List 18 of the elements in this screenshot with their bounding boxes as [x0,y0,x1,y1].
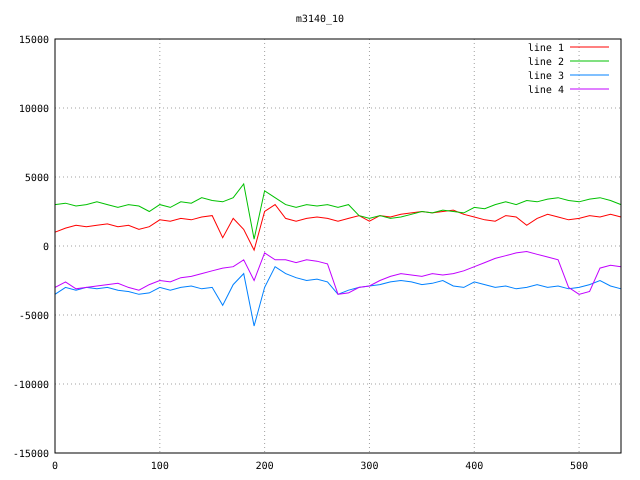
tick-label: 200 [256,461,274,472]
legend-label: line 3 [528,71,564,82]
legend-label: line 4 [528,85,564,96]
tick-label: 0 [42,242,49,253]
legend-label: line 1 [528,43,564,54]
tick-label: 10000 [18,104,49,115]
tick-label: 15000 [18,35,49,46]
tick-label: -5000 [18,311,49,322]
tick-label: -15000 [12,449,49,460]
tick-label: 300 [360,461,378,472]
chart-title: m3140_10 [296,14,344,25]
tick-label: 400 [465,461,484,472]
tick-label: -10000 [12,380,49,391]
tick-label: 100 [150,461,169,472]
legend-label: line 2 [528,57,564,68]
tick-label: 5000 [24,173,49,184]
tick-label: 500 [570,461,588,472]
tick-label: 0 [52,461,58,472]
